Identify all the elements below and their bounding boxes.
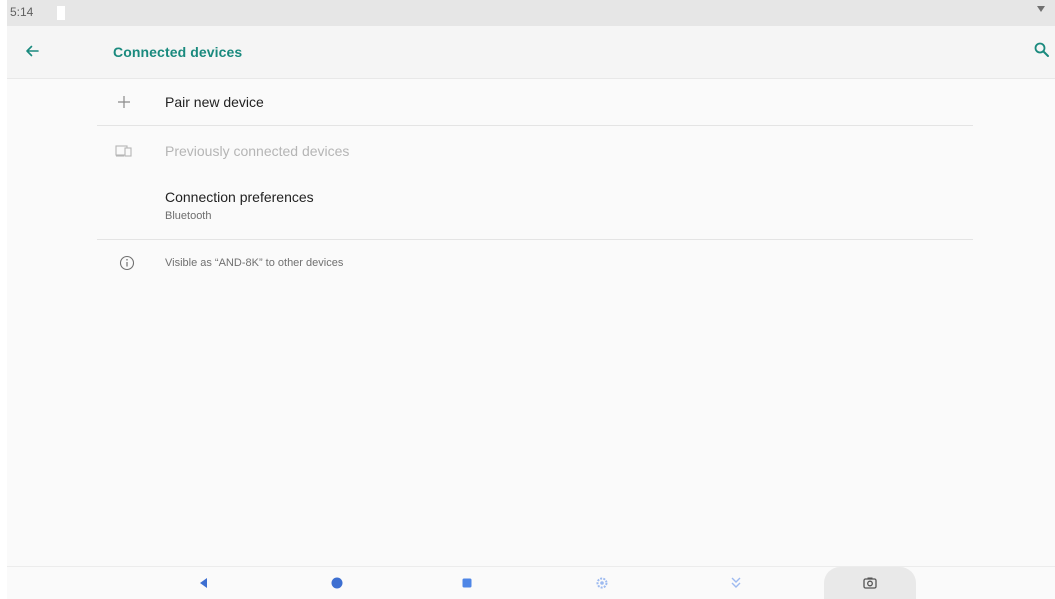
screen: 5:14 Connected devices Pair new device P… xyxy=(7,0,1055,599)
plus-icon xyxy=(118,96,130,108)
page-title: Connected devices xyxy=(113,44,243,60)
navigation-bar xyxy=(7,566,1055,599)
previously-connected-devices-item[interactable]: Previously connected devices xyxy=(97,126,973,174)
back-triangle-icon[interactable] xyxy=(194,573,214,593)
connection-preferences-title: Connection preferences xyxy=(165,189,314,205)
status-time: 5:14 xyxy=(10,5,34,19)
back-arrow-icon[interactable] xyxy=(22,41,42,61)
collapse-chevrons-icon[interactable] xyxy=(726,573,746,593)
app-bar: Connected devices xyxy=(7,26,1055,79)
search-icon[interactable] xyxy=(1033,41,1051,59)
home-circle-icon[interactable] xyxy=(327,573,347,593)
wifi-icon xyxy=(1037,6,1045,12)
recents-square-icon[interactable] xyxy=(457,573,477,593)
divider xyxy=(97,239,973,240)
settings-gear-icon[interactable] xyxy=(592,573,612,593)
devices-icon xyxy=(115,145,132,157)
screenshot-button[interactable] xyxy=(824,567,916,599)
pair-new-device-item[interactable]: Pair new device xyxy=(97,79,973,125)
notification-icon xyxy=(57,6,65,20)
connection-preferences-subtitle: Bluetooth xyxy=(165,210,212,222)
info-icon xyxy=(119,255,135,271)
camera-icon xyxy=(863,577,877,589)
status-bar: 5:14 xyxy=(7,0,1055,26)
connection-preferences-item[interactable]: Connection preferences Bluetooth xyxy=(97,176,973,238)
visible-as-text: Visible as “AND-8K” to other devices xyxy=(165,257,344,269)
pair-new-device-label: Pair new device xyxy=(165,94,264,110)
previously-connected-devices-label: Previously connected devices xyxy=(165,143,350,159)
